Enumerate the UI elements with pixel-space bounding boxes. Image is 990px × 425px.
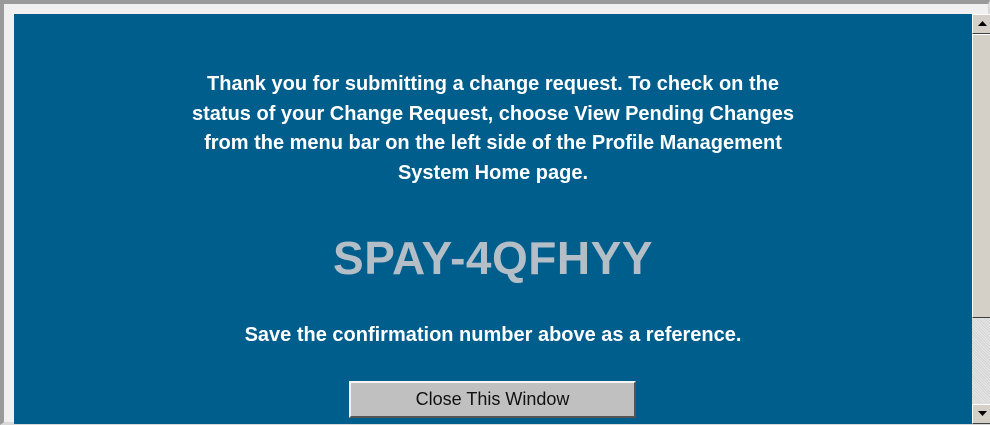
arrow-up-icon — [977, 21, 987, 26]
message-line: status of your Change Request, choose Vi… — [192, 102, 794, 125]
message-line: System Home page. — [397, 161, 589, 184]
scroll-up-button[interactable] — [972, 14, 990, 34]
message-line: from the menu bar on the left side of th… — [204, 132, 782, 154]
confirmation-number: SPAY-4QFHYY — [333, 232, 653, 284]
save-reference-note: Save the confirmation number above as a … — [244, 324, 742, 346]
scroll-down-button[interactable] — [972, 404, 990, 424]
arrow-down-icon — [977, 411, 987, 416]
confirmation-panel: Thank you for submitting a change reques… — [14, 14, 972, 424]
window-frame: Thank you for submitting a change reques… — [0, 0, 990, 425]
scroll-thumb[interactable] — [972, 34, 990, 318]
thank-you-message: Thank you for submitting a change reques… — [74, 70, 912, 188]
vertical-scrollbar[interactable] — [972, 14, 990, 424]
message-line: Thank you for submitting a change reques… — [207, 73, 779, 95]
close-window-button[interactable]: Close This Window — [349, 381, 636, 418]
